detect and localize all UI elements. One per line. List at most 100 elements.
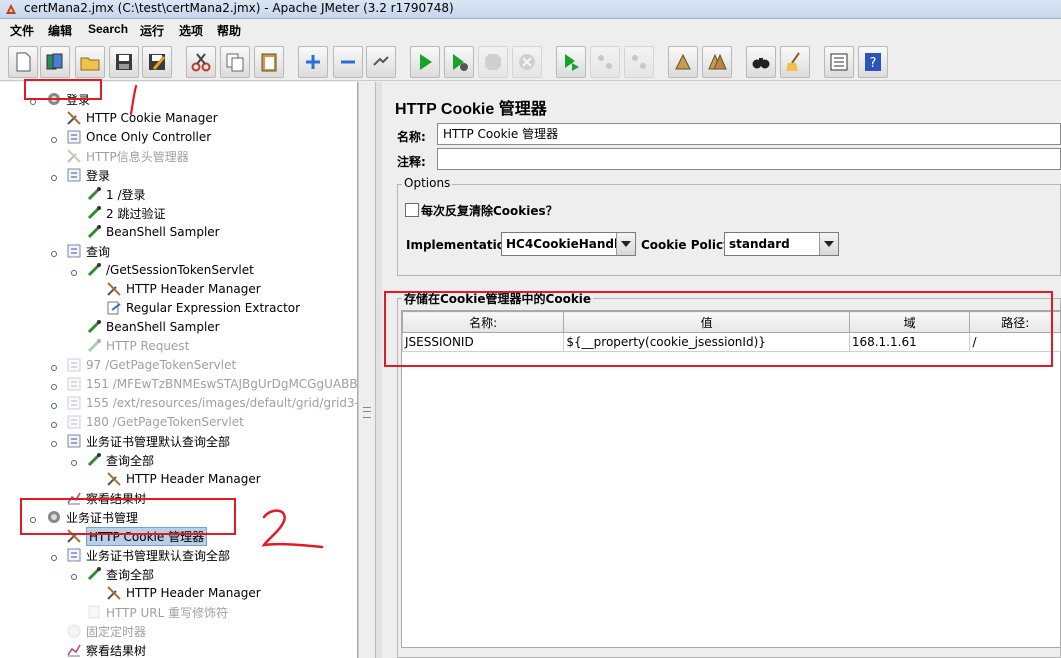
tree-node-label: 查询全部 [106,453,155,468]
tree-node[interactable]: 97 /GetPageTokenServlet [66,356,236,374]
tree-toggle[interactable] [50,399,58,409]
cookie-policy-select[interactable]: standard [724,232,839,256]
tree-node[interactable]: 业务证书管理默认查询全部 [66,546,230,564]
collapse-all-button[interactable] [333,46,363,78]
name-field[interactable]: HTTP Cookie 管理器 [437,123,1061,145]
new-button[interactable] [8,46,38,78]
menu-run[interactable]: 运行 [140,22,164,39]
paste-button[interactable] [254,46,284,78]
logic-controller-icon [66,167,82,183]
expand-all-button[interactable] [298,46,328,78]
tree-node[interactable]: HTTP URL 重写修饰符 [86,603,228,621]
tree-toggle[interactable] [70,456,78,466]
sampler-icon [86,452,102,468]
shutdown-icon [519,54,535,70]
help-button[interactable]: ? [858,46,888,78]
tree-toggle[interactable] [50,247,58,257]
menu-edit[interactable]: 编辑 [48,22,72,39]
tree-toggle[interactable] [50,171,58,181]
cut-button[interactable] [186,46,216,78]
tree-node[interactable]: 155 /ext/resources/images/default/grid/g… [66,394,357,412]
reset-search-icon [786,52,800,71]
tree-node[interactable]: 查询 [66,242,110,260]
paste-icon [261,53,277,72]
tree-node[interactable]: 察看结果树 [66,641,146,658]
tree-toggle[interactable] [50,361,58,371]
tree-toggle[interactable] [50,380,58,390]
stop-button[interactable] [478,46,508,78]
comment-field[interactable] [437,148,1061,170]
shutdown-button[interactable] [512,46,542,78]
tree-toggle[interactable] [50,551,58,561]
tree-node[interactable]: HTTP Header Manager [106,470,261,488]
save-button[interactable] [109,46,139,78]
tree-node[interactable]: 查询全部 [86,565,154,583]
implementation-value: HC4CookieHandler [506,237,633,251]
function-helper-button[interactable] [824,46,854,78]
tree-node[interactable]: 业务证书管理默认查询全部 [66,432,230,450]
menu-search[interactable]: Search [88,22,128,36]
tree-node[interactable]: 180 /GetPageTokenServlet [66,413,244,431]
implementation-select[interactable]: HC4CookieHandler [501,232,636,256]
tree-node[interactable]: HTTP Request [86,337,189,355]
scrollbar-grip[interactable] [363,407,371,418]
tree-node-label: HTTP URL 重写修饰符 [106,605,229,620]
tree-node-label: 业务证书管理默认查询全部 [86,434,231,449]
sampler-icon [86,262,102,278]
start-button[interactable] [410,46,440,78]
tree-toggle[interactable] [50,418,58,428]
tree-scrollbar[interactable] [358,82,375,658]
collapse-icon [341,60,355,64]
menu-options[interactable]: 选项 [179,22,203,39]
tree-node-label: 1 /登录 [106,187,146,202]
open-button[interactable] [75,46,105,78]
clear-each-iteration-label: 每次反复清除Cookies？ [421,204,558,218]
tree-node[interactable]: 2 跳过验证 [86,204,165,222]
tree-toggle[interactable] [70,570,78,580]
tree-node[interactable]: 登录 [66,166,110,184]
tree-node[interactable]: 151 /MFEwTzBNMEswSTAJBgUrDgMCGgUABBS [66,375,357,393]
reset-search-button[interactable] [780,46,810,78]
tree-node[interactable]: /GetSessionTokenServlet [86,261,254,279]
clear-button[interactable] [668,46,698,78]
jmeter-app-icon [6,4,16,14]
tree-node[interactable]: 固定定时器 [66,622,146,640]
tree-toggle[interactable] [50,133,58,143]
comment-label: 注释: [397,155,426,169]
tree-node[interactable]: HTTP Header Manager [106,280,261,298]
tree-toggle[interactable] [50,437,58,447]
tree-node[interactable]: HTTP Cookie Manager [66,109,218,127]
tree-node[interactable]: 查询全部 [86,451,154,469]
tree-node[interactable]: BeanShell Sampler [86,223,220,241]
tree-node[interactable]: HTTP信息头管理器 [66,147,189,165]
config-element-icon [106,585,122,601]
options-group: Options [397,176,1061,276]
cut-icon [191,53,211,72]
tree-node[interactable]: Once Only Controller [66,128,211,146]
logic-controller-icon [66,547,82,563]
toggle-button[interactable] [366,46,396,78]
copy-button[interactable] [220,46,250,78]
clear-each-iteration-checkbox[interactable] [405,203,419,217]
tree-node[interactable]: HTTP Header Manager [106,584,261,602]
templates-button[interactable] [40,46,70,78]
sampler-icon [86,186,102,202]
sampler-icon [86,566,102,582]
tree-toggle[interactable] [70,266,78,276]
remote-stop-button[interactable] [590,46,620,78]
start-no-pause-button[interactable] [444,46,474,78]
remote-start-button[interactable] [556,46,586,78]
menu-help[interactable]: 帮助 [217,22,241,39]
tree-node-label: /GetSessionTokenServlet [106,263,254,277]
save-as-button[interactable] [142,46,172,78]
tree-node[interactable]: BeanShell Sampler [86,318,220,336]
clear-all-button[interactable] [702,46,732,78]
window-titlebar: certMana2.jmx (C:\test\certMana2.jmx) - … [0,0,1061,19]
remote-start-icon [565,54,579,71]
name-label: 名称: [397,130,426,144]
tree-node[interactable]: Regular Expression Extractor [106,299,300,317]
tree-node[interactable]: 1 /登录 [86,185,146,203]
menu-file[interactable]: 文件 [10,22,34,39]
search-button[interactable] [746,46,776,78]
remote-shutdown-button[interactable] [624,46,654,78]
